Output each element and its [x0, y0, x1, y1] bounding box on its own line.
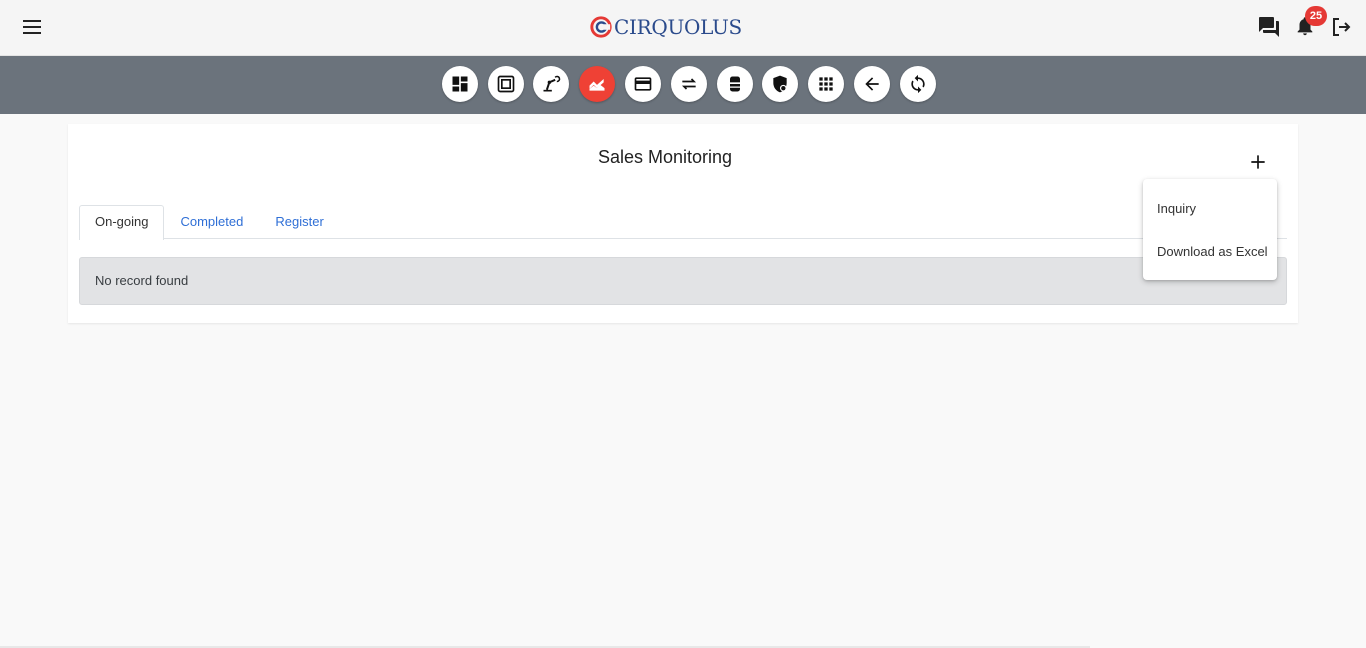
refresh-icon — [911, 74, 925, 94]
security-button[interactable] — [762, 66, 798, 102]
module-toolbar — [0, 56, 1366, 114]
notification-badge: 25 — [1305, 6, 1327, 26]
sales-chart-icon — [589, 79, 605, 91]
credit-card-icon — [634, 77, 652, 91]
add-button[interactable] — [1246, 150, 1270, 174]
shield-icon — [773, 75, 787, 93]
top-header: CIRQUOLUS 25 — [0, 0, 1366, 56]
plus-icon — [1251, 155, 1265, 169]
status-tabs: On-going Completed Register — [79, 205, 1287, 240]
app-logo[interactable]: CIRQUOLUS — [590, 14, 742, 40]
sales-monitoring-card: Sales Monitoring On-going Completed Regi… — [68, 124, 1298, 323]
frame-button[interactable] — [488, 66, 524, 102]
tab-on-going[interactable]: On-going — [79, 205, 165, 240]
empty-state-message: No record found — [79, 257, 1287, 305]
tab-completed[interactable]: Completed — [164, 205, 259, 239]
tab-register[interactable]: Register — [259, 205, 339, 239]
apps-grid-icon — [819, 77, 833, 91]
sales-button[interactable] — [579, 66, 615, 102]
dashboard-icon — [452, 76, 468, 92]
logo-text: CIRQUOLUS — [614, 15, 742, 39]
hamburger-menu-icon[interactable] — [22, 17, 42, 37]
logo-mark-icon — [590, 16, 612, 38]
menu-item-inquiry[interactable]: Inquiry — [1143, 187, 1277, 230]
add-dropdown-menu: Inquiry Download as Excel — [1143, 179, 1277, 280]
apps-button[interactable] — [808, 66, 844, 102]
back-arrow-icon — [865, 77, 879, 91]
machine-arm-icon — [543, 75, 561, 92]
menu-item-download-excel[interactable]: Download as Excel — [1143, 230, 1277, 273]
inventory-button[interactable] — [717, 66, 753, 102]
refresh-button[interactable] — [900, 66, 936, 102]
transfer-button[interactable] — [671, 66, 707, 102]
frame-icon — [497, 75, 515, 93]
chat-icon[interactable] — [1257, 15, 1281, 39]
drum-icon — [730, 76, 740, 92]
payment-button[interactable] — [625, 66, 661, 102]
page-title: Sales Monitoring — [597, 147, 733, 167]
logout-icon[interactable] — [1329, 15, 1353, 39]
machine-button[interactable] — [533, 66, 569, 102]
dashboard-button[interactable] — [442, 66, 478, 102]
transfer-arrows-icon — [681, 78, 697, 90]
back-button[interactable] — [854, 66, 890, 102]
